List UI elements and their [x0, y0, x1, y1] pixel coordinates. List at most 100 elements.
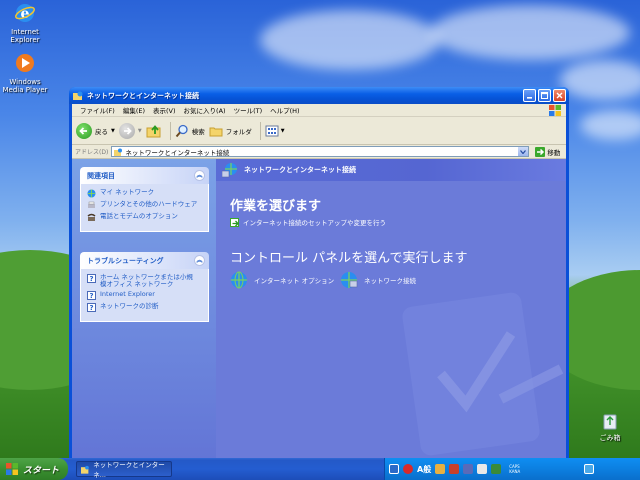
menu-view[interactable]: 表示(V) — [149, 105, 180, 115]
folders-icon — [209, 127, 223, 136]
maximize-button[interactable] — [538, 89, 551, 102]
minimize-button[interactable] — [523, 89, 536, 102]
kana-label: KANA — [509, 469, 521, 474]
network-connections-icon — [341, 272, 358, 288]
chevron-down-icon: ▼ — [280, 127, 285, 134]
collapse-chevron-icon[interactable]: ︽ — [194, 170, 205, 181]
go-button[interactable]: 移動 — [535, 146, 561, 157]
menu-file[interactable]: ファイル(F) — [76, 105, 119, 115]
desktop-icon-recycle-bin[interactable]: ごみ箱 — [592, 412, 628, 443]
up-folder-button[interactable] — [146, 123, 162, 139]
svg-text:?: ? — [89, 292, 93, 300]
dictionary-icon[interactable] — [449, 464, 460, 474]
related-item-printers[interactable]: プリンタとその他のハードウェア — [87, 201, 202, 210]
svg-text:?: ? — [89, 275, 93, 283]
troubleshooting-panel: トラブルシューティング ︽ ? ホーム ネットワークまたは小規 模オフィス ネッ… — [80, 252, 209, 322]
taskbar-window-button[interactable]: ネットワークとインターネ... — [76, 461, 172, 479]
cp-icon-label: ネットワーク接続 — [364, 277, 416, 285]
folders-button[interactable]: フォルダ — [209, 124, 252, 138]
background-checkmark-illustration — [402, 292, 564, 456]
troubleshoot-item-label: Internet Explorer — [100, 290, 155, 298]
properties-icon[interactable] — [491, 464, 502, 474]
phone-icon — [87, 213, 96, 221]
recycle-bin-icon — [603, 414, 617, 430]
start-label: スタート — [23, 465, 60, 476]
window-title: ネットワークとインターネット接続 — [87, 91, 199, 100]
related-topics-panel: 関連項目 ︽ マイ ネットワーク プリンタとその他のハードウェア 電話とモデムの… — [80, 167, 209, 232]
chevron-down-icon — [520, 149, 527, 154]
troubleshooting-body: ? ホーム ネットワークまたは小規 模オフィス ネットワーク ? Interne… — [80, 269, 209, 322]
related-item-phone-modem[interactable]: 電話とモデムのオプション — [87, 213, 202, 222]
menu-tools[interactable]: ツール(T) — [230, 105, 267, 115]
desktop-icon-internet-explorer[interactable]: e Internet Explorer — [0, 2, 50, 44]
network-globe-icon — [222, 163, 237, 178]
title-bar[interactable]: ネットワークとインターネット接続 — [69, 87, 569, 104]
windows-logo-icon — [6, 463, 18, 475]
troubleshoot-item-home-network[interactable]: ? ホーム ネットワークまたは小規 模オフィス ネットワーク — [87, 274, 202, 288]
content-header-title: ネットワークとインターネット接続 — [244, 166, 356, 174]
cloud — [560, 60, 640, 100]
help-icon: ? — [87, 274, 96, 283]
network-globe-icon — [87, 189, 96, 198]
back-arrow-icon — [76, 122, 92, 139]
related-topics-header[interactable]: 関連項目 ︽ — [80, 167, 209, 184]
address-input[interactable]: ネットワークとインターネット接続 — [111, 146, 530, 157]
menu-edit[interactable]: 編集(E) — [119, 105, 149, 115]
toolbar-separator — [259, 121, 261, 140]
chevron-down-icon: ▼ — [137, 127, 142, 134]
search-icon — [175, 124, 188, 137]
help-icon[interactable] — [477, 464, 488, 474]
pen-icon[interactable] — [463, 464, 474, 474]
close-icon — [556, 92, 563, 99]
explorer-window: ネットワークとインターネット接続 ファイル(F) 編集(E) 表示(V) お気に… — [69, 87, 569, 459]
cp-icon-label: インターネット オプション — [254, 277, 335, 285]
close-button[interactable] — [553, 89, 566, 102]
taskbar-window-label: ネットワークとインターネ... — [93, 461, 165, 479]
desktop-icon-label: ごみ箱 — [599, 434, 621, 442]
menu-bar: ファイル(F) 編集(E) 表示(V) お気に入り(A) ツール(T) ヘルプ(… — [72, 104, 566, 117]
menu-help[interactable]: ヘルプ(H) — [266, 105, 303, 115]
menu-favorites[interactable]: お気に入り(A) — [180, 105, 230, 115]
task-link-setup-connection[interactable]: インターネット接続のセットアップや変更を行う — [230, 217, 386, 227]
ime-icon[interactable] — [403, 464, 413, 474]
related-topics-body: マイ ネットワーク プリンタとその他のハードウェア 電話とモデムのオプション — [80, 184, 209, 232]
maximize-icon — [541, 92, 548, 99]
ime-tool-icon[interactable] — [435, 464, 446, 474]
toolbar: 戻る ▼ ▼ 検索 フォルダ ▼ — [72, 117, 566, 145]
related-topics-title: 関連項目 — [87, 171, 115, 180]
forward-button[interactable]: ▼ — [118, 122, 142, 139]
address-dropdown-button[interactable] — [518, 147, 529, 156]
troubleshoot-item-label: ホーム ネットワークまたは小規 模オフィス ネットワーク — [100, 273, 193, 288]
pick-control-panel-heading: コントロール パネルを選んで実行します — [230, 251, 468, 266]
toolbar-separator — [169, 121, 171, 140]
start-button[interactable]: スタート — [0, 458, 68, 480]
cloud — [580, 110, 640, 140]
windows-logo-icon — [549, 105, 561, 116]
go-label: 移動 — [547, 148, 561, 157]
address-bar: アドレス(D) ネットワークとインターネット接続 移動 — [72, 145, 566, 159]
go-arrow-icon — [535, 146, 546, 157]
task-arrow-icon — [230, 217, 239, 227]
network-tray-icon[interactable] — [584, 464, 595, 474]
troubleshooting-header[interactable]: トラブルシューティング ︽ — [80, 252, 209, 269]
keyboard-icon[interactable] — [389, 464, 399, 474]
minimize-icon — [527, 97, 532, 99]
media-player-icon — [16, 54, 34, 72]
related-item-my-network[interactable]: マイ ネットワーク — [87, 189, 202, 198]
cp-icon-network-connections[interactable]: ネットワーク接続 — [340, 271, 416, 289]
search-button[interactable]: 検索 — [175, 124, 205, 138]
cloud — [260, 10, 440, 70]
cp-icon-internet-options[interactable]: インターネット オプション — [230, 271, 334, 289]
troubleshoot-item-network-diagnostics[interactable]: ? ネットワークの診断 — [87, 303, 202, 312]
desktop-icon-media-player[interactable]: Windows Media Player — [0, 52, 50, 94]
views-button[interactable]: ▼ — [265, 124, 285, 138]
chevron-down-icon: ▼ — [111, 127, 115, 134]
collapse-chevron-icon[interactable]: ︽ — [194, 255, 205, 266]
back-button[interactable]: 戻る ▼ — [76, 122, 115, 139]
troubleshoot-item-internet-explorer[interactable]: ? Internet Explorer — [87, 291, 202, 300]
network-folder-icon — [81, 465, 89, 474]
ime-mode-label[interactable]: A般 — [417, 464, 431, 475]
system-tray: A般 CAPS KANA — [384, 458, 640, 480]
troubleshoot-item-label: ネットワークの診断 — [100, 302, 159, 310]
troubleshooting-title: トラブルシューティング — [87, 256, 164, 265]
